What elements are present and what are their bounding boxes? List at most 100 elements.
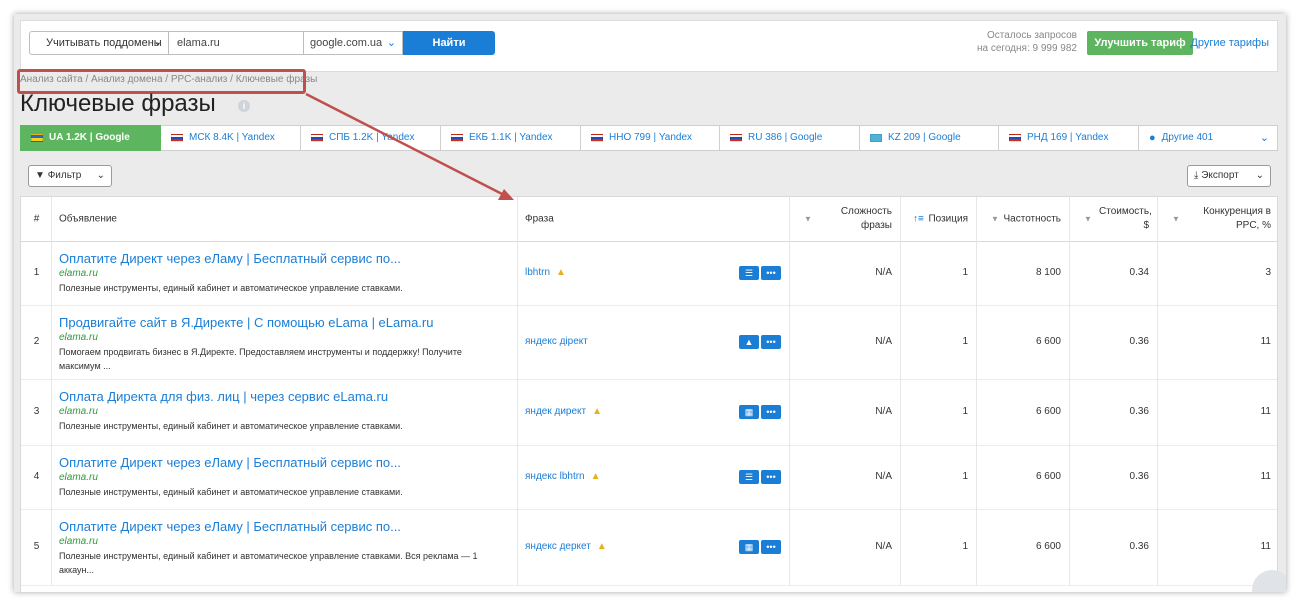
warning-icon: ▲: [590, 471, 601, 482]
row-num-cell: 4: [21, 445, 52, 509]
keywords-table: # Объявление Фраза ▼ Сложность фразы ↑≡ …: [20, 196, 1278, 592]
phrase-link[interactable]: яндек директ ▲: [525, 406, 602, 417]
tab-label: ЕКБ 1.1K | Yandex: [469, 132, 553, 143]
frequency-value: 6 600: [1035, 406, 1061, 417]
kazakhstan-flag-icon: [870, 134, 882, 142]
tab-kz-google[interactable]: KZ 209 | Google: [860, 125, 999, 151]
other-tariffs-link[interactable]: Другие тарифы: [1190, 37, 1269, 49]
ad-url[interactable]: elama.ru: [59, 268, 98, 279]
export-button[interactable]: ⤓ Экспорт ⌄: [1187, 165, 1271, 187]
ad-description: Помогаем продвигать бизнес в Я.Директе. …: [59, 347, 462, 371]
more-icon[interactable]: •••: [761, 405, 781, 419]
tab-label: ННО 799 | Yandex: [609, 132, 693, 143]
phrase-link[interactable]: яндекс дірект: [525, 336, 588, 347]
chevron-down-icon: ⌄: [153, 37, 162, 48]
more-icon[interactable]: •••: [761, 470, 781, 484]
download-icon: ⤓: [1194, 170, 1199, 181]
tab-label: РНД 169 | Yandex: [1027, 132, 1109, 143]
list-icon[interactable]: ☰: [739, 266, 759, 280]
frequency-value: 8 100: [1035, 267, 1061, 278]
warning-icon: ▲: [556, 267, 566, 278]
region-tabs: UA 1.2K | Google МСК 8.4K | Yandex СПБ 1…: [20, 125, 1278, 151]
row-number: 1: [33, 267, 40, 278]
tab-label: СПБ 1.2K | Yandex: [329, 132, 415, 143]
ad-url[interactable]: elama.ru: [59, 406, 98, 417]
ad-description: Полезные инструменты, единый кабинет и а…: [59, 551, 478, 575]
upgrade-tariff-button[interactable]: Улучшить тариф: [1087, 31, 1193, 55]
russia-flag-icon: [730, 134, 742, 142]
header-ad[interactable]: Объявление: [52, 197, 518, 241]
tab-nno-yandex[interactable]: ННО 799 | Yandex: [581, 125, 720, 151]
header-cost[interactable]: ▼ Стоимость, $: [1070, 197, 1158, 241]
ad-title-link[interactable]: Оплата Директа для физ. лиц | через серв…: [59, 389, 388, 404]
ad-title-link[interactable]: Оплатите Директ через еЛаму | Бесплатный…: [59, 251, 401, 266]
graduation-cap-icon[interactable]: ▲: [739, 335, 759, 349]
sort-ascending-icon: ↑≡: [913, 213, 924, 225]
phrase-cell: lbhtrn ▲ ☰ •••: [518, 241, 790, 305]
ad-url[interactable]: elama.ru: [59, 536, 98, 547]
search-engine-select[interactable]: google.com.ua ⌄: [303, 31, 403, 55]
frequency-value: 6 600: [1035, 336, 1061, 347]
phrase-text: яндекс деркет: [525, 541, 591, 552]
ad-cell: Оплатите Директ через еЛаму | Бесплатный…: [52, 509, 518, 585]
position-cell: 1: [901, 445, 977, 509]
phrase-link[interactable]: яндекс деркет ▲: [525, 541, 607, 552]
sort-down-icon: ▼: [1084, 214, 1092, 224]
remaining-line1: Осталось запросов: [987, 30, 1077, 41]
export-label: Экспорт: [1201, 170, 1239, 181]
ad-cell: Оплатите Директ через еЛаму | Бесплатный…: [52, 445, 518, 509]
tab-spb-yandex[interactable]: СПБ 1.2K | Yandex: [301, 125, 441, 151]
header-frequency[interactable]: ▼ Частотность: [977, 197, 1070, 241]
table-row: 4 Оплатите Директ через еЛаму | Бесплатны…: [21, 445, 1277, 510]
tab-ru-google[interactable]: RU 386 | Google: [720, 125, 860, 151]
subdomains-select[interactable]: Учитывать поддомены ⌄: [29, 31, 169, 55]
frequency-cell: 6 600: [977, 305, 1070, 379]
news-icon[interactable]: ▦: [739, 540, 759, 554]
header-difficulty[interactable]: ▼ Сложность фразы: [790, 197, 901, 241]
more-icon[interactable]: •••: [761, 266, 781, 280]
ad-title-link[interactable]: Оплатите Директ через еЛаму | Бесплатный…: [59, 519, 401, 534]
more-icon[interactable]: •••: [761, 540, 781, 554]
ad-url[interactable]: elama.ru: [59, 332, 98, 343]
header-position[interactable]: ↑≡ Позиция: [901, 197, 977, 241]
phrase-text: яндекс дірект: [525, 336, 588, 347]
table-row: 2 Продвигайте сайт в Я.Директе | С помощь…: [21, 305, 1277, 380]
phrase-link[interactable]: lbhtrn ▲: [525, 267, 566, 278]
phrase-link[interactable]: яндекс lbhtrn ▲: [525, 471, 601, 482]
tab-rnd-yandex[interactable]: РНД 169 | Yandex: [999, 125, 1139, 151]
tab-other-regions[interactable]: ● Другие 401 ⌄: [1139, 125, 1278, 151]
header-phrase[interactable]: Фраза: [518, 197, 790, 241]
ukraine-flag-icon: [31, 134, 43, 142]
info-icon[interactable]: i: [238, 100, 250, 112]
position-value: 1: [962, 267, 968, 278]
header-competition[interactable]: ▼ Конкуренция в PPC, %: [1158, 197, 1277, 241]
domain-input[interactable]: elama.ru: [168, 31, 304, 55]
russia-flag-icon: [1009, 134, 1021, 142]
news-icon[interactable]: ▦: [739, 405, 759, 419]
list-icon[interactable]: ☰: [739, 470, 759, 484]
tab-label: UA 1.2K | Google: [49, 132, 130, 143]
ad-url[interactable]: elama.ru: [59, 472, 98, 483]
cost-cell: 0.36: [1070, 379, 1158, 445]
frequency-value: 6 600: [1035, 471, 1061, 482]
tab-ua-google[interactable]: UA 1.2K | Google: [20, 125, 161, 151]
tab-ekb-yandex[interactable]: ЕКБ 1.1K | Yandex: [441, 125, 581, 151]
table-header: # Объявление Фраза ▼ Сложность фразы ↑≡ …: [21, 197, 1277, 242]
warning-icon: ▲: [596, 541, 607, 552]
tab-msk-yandex[interactable]: МСК 8.4K | Yandex: [161, 125, 301, 151]
find-button[interactable]: Найти: [403, 31, 495, 55]
filter-button[interactable]: ▼ Фильтр ⌄: [28, 165, 112, 187]
table-row: 3 Оплата Директа для физ. лиц | через сер…: [21, 379, 1277, 446]
phrase-actions: ☰ •••: [739, 266, 781, 280]
ad-title-link[interactable]: Продвигайте сайт в Я.Директе | С помощью…: [59, 315, 433, 330]
position-cell: 1: [901, 379, 977, 445]
row-num-cell: 1: [21, 241, 52, 305]
table-row: 1 Оплатите Директ через еЛаму | Бесплатны…: [21, 241, 1277, 306]
ad-title-link[interactable]: Оплатите Директ через еЛаму | Бесплатный…: [59, 455, 401, 470]
more-icon[interactable]: •••: [761, 335, 781, 349]
difficulty-cell: N/A: [790, 509, 901, 585]
competition-cell: 11: [1158, 379, 1277, 445]
filter-icon: ▼: [35, 170, 45, 181]
tab-label: RU 386 | Google: [748, 132, 823, 143]
difficulty-cell: N/A: [790, 379, 901, 445]
